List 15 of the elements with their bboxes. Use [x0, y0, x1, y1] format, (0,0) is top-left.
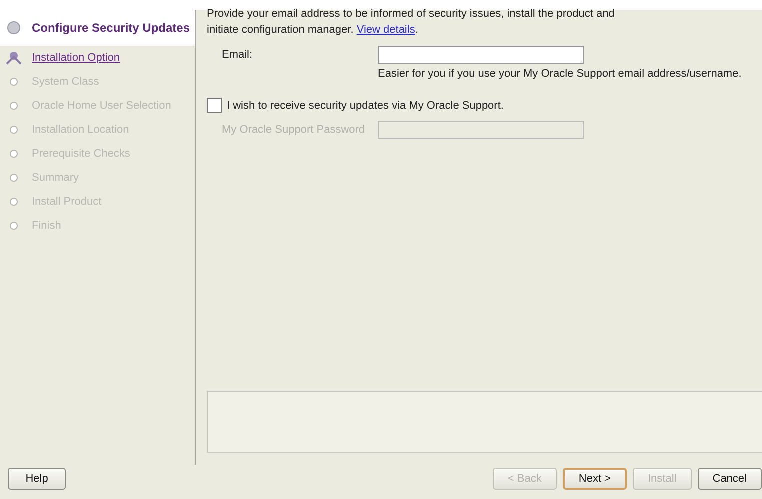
email-field[interactable]	[378, 46, 584, 64]
checkbox-label[interactable]: I wish to receive security updates via My Oracle Support.	[227, 100, 504, 112]
view-details-link[interactable]: View details	[356, 24, 416, 36]
step-label[interactable]: Installation Option	[32, 52, 120, 64]
checkbox[interactable]	[207, 98, 222, 113]
email-label: Email:	[221, 49, 254, 61]
wizard-button[interactable]: Next >	[562, 468, 627, 490]
intro-text: Provide your email address to be informed of security issues, install the product and initiate configuration manager. View details.	[207, 7, 616, 38]
step-label: Configure Security Updates	[32, 21, 190, 35]
password-label: My Oracle Support Password	[221, 124, 366, 136]
wizard-button[interactable]: Cancel	[698, 468, 762, 490]
help-button[interactable]: Help	[8, 468, 66, 490]
email-hint: Easier for you if you use your My Oracle Support email address/username.	[377, 68, 743, 80]
step-node-icon	[6, 50, 22, 66]
step-node-icon	[6, 20, 22, 36]
